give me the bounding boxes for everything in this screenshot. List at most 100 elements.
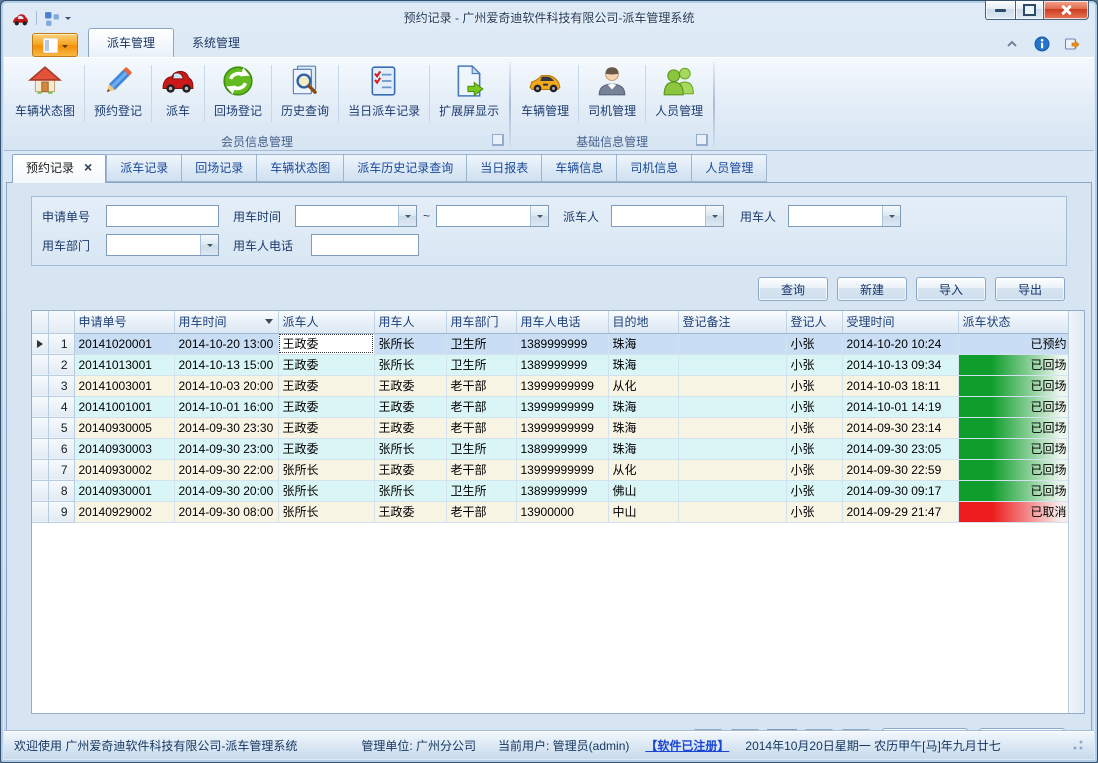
- chevron-down-icon: [62, 45, 68, 51]
- col-destination[interactable]: 目的地: [608, 311, 678, 333]
- collapse-ribbon-icon[interactable]: [1004, 36, 1020, 52]
- doc-tab-reservations[interactable]: 预约记录: [12, 154, 106, 183]
- cell-use-time: 2014-09-30 22:00: [174, 459, 278, 480]
- col-dispatcher[interactable]: 派车人: [278, 311, 374, 333]
- car-user-combo[interactable]: [788, 205, 901, 227]
- doc-tab-driver-info[interactable]: 司机信息: [617, 154, 692, 182]
- doc-tab-history-query[interactable]: 派车历史记录查询: [344, 154, 467, 182]
- dept-combo[interactable]: [106, 234, 219, 256]
- doc-tab-label: 预约记录: [26, 159, 74, 176]
- minimize-button[interactable]: [985, 1, 1015, 20]
- cell-phone: 13999999999: [516, 396, 608, 417]
- title-bar: 预约记录 - 广州爱奇迪软件科技有限公司-派车管理系统: [4, 4, 1094, 30]
- cell-phone: 1389999999: [516, 480, 608, 501]
- table-row[interactable]: 7 20140930002 2014-09-30 22:00 张所长 王政委 老…: [32, 459, 1070, 480]
- about-icon[interactable]: [1064, 36, 1080, 52]
- phone-input[interactable]: [311, 234, 419, 256]
- dialog-launcher-icon[interactable]: [696, 134, 708, 146]
- cell-remarks: [678, 438, 786, 459]
- doc-tab-return-records[interactable]: 回场记录: [182, 154, 257, 182]
- col-accept-time[interactable]: 受理时间: [842, 311, 958, 333]
- ribbon-button[interactable]: 历史查询: [272, 59, 338, 132]
- table-row[interactable]: 5 20140930005 2014-09-30 23:30 王政委 王政委 老…: [32, 417, 1070, 438]
- ribbon-button[interactable]: 司机管理: [579, 59, 645, 132]
- use-time-to-combo[interactable]: [436, 205, 549, 227]
- table-row[interactable]: 9 20140929002 2014-09-30 08:00 张所长 王政委 老…: [32, 501, 1070, 522]
- cell-dispatcher: 张所长: [278, 459, 374, 480]
- ribbon-button[interactable]: 预约登记: [85, 59, 151, 132]
- import-button[interactable]: 导入: [916, 277, 986, 301]
- ribbon-tab-system[interactable]: 系统管理: [174, 29, 258, 57]
- titlebar-separator: [36, 11, 37, 25]
- dispatcher-combo[interactable]: [611, 205, 724, 227]
- table-row[interactable]: 8 20140930001 2014-09-30 20:00 张所长 张所长 卫…: [32, 480, 1070, 501]
- col-dept[interactable]: 用车部门: [446, 311, 516, 333]
- cell-dispatch-status: 已回场: [958, 375, 1070, 396]
- table-row[interactable]: 4 20141001001 2014-10-01 16:00 王政委 王政委 老…: [32, 396, 1070, 417]
- export-button[interactable]: 导出: [995, 277, 1065, 301]
- ribbon-button[interactable]: 派车: [152, 59, 204, 132]
- application-menu-button[interactable]: [32, 33, 78, 57]
- license-link[interactable]: 【软件已注册】: [645, 737, 729, 754]
- ribbon-button-label: 预约登记: [94, 102, 142, 119]
- ribbon-button[interactable]: 人员管理: [646, 59, 712, 132]
- cell-accept-time: 2014-09-30 23:14: [842, 417, 958, 438]
- restore-button[interactable]: [1015, 1, 1043, 20]
- doc-tab-vehicle-status[interactable]: 车辆状态图: [257, 154, 344, 182]
- col-registrar[interactable]: 登记人: [786, 311, 842, 333]
- col-apply-no[interactable]: 申请单号: [74, 311, 174, 333]
- col-car-user[interactable]: 用车人: [374, 311, 446, 333]
- ribbon-button[interactable]: 车辆状态图: [6, 59, 84, 132]
- table-row[interactable]: 2 20141013001 2014-10-13 15:00 王政委 张所长 卫…: [32, 354, 1070, 375]
- cell-apply-no: 20141020001: [74, 333, 174, 354]
- row-marker-cell: [32, 501, 48, 522]
- table-row[interactable]: 1 20141020001 2014-10-20 13:00 王政委 张所长 卫…: [32, 333, 1070, 354]
- apply-no-input[interactable]: [106, 205, 219, 227]
- driver-icon: [595, 64, 629, 98]
- data-grid: 申请单号 用车时间 派车人 用车人 用车部门 用车人电话 目的地 登记备注 登记…: [31, 310, 1085, 714]
- cell-destination: 珠海: [608, 396, 678, 417]
- row-number-cell: 3: [48, 375, 74, 396]
- col-remarks[interactable]: 登记备注: [678, 311, 786, 333]
- doc-tab-vehicle-info[interactable]: 车辆信息: [542, 154, 617, 182]
- cell-apply-no: 20141001001: [74, 396, 174, 417]
- ribbon-button[interactable]: 车辆管理: [512, 59, 578, 132]
- row-number-cell: 4: [48, 396, 74, 417]
- table-row[interactable]: 3 20141003001 2014-10-03 20:00 王政委 王政委 老…: [32, 375, 1070, 396]
- ribbon-button[interactable]: 当日派车记录: [339, 59, 429, 132]
- doc-tab-daily-report[interactable]: 当日报表: [467, 154, 542, 182]
- vertical-scrollbar[interactable]: [1068, 311, 1084, 713]
- resize-grip[interactable]: [1071, 739, 1084, 752]
- cell-accept-time: 2014-10-20 10:24: [842, 333, 958, 354]
- close-tab-icon[interactable]: [84, 162, 92, 173]
- row-marker-cell: [32, 438, 48, 459]
- row-marker-cell: [32, 417, 48, 438]
- table-row[interactable]: 6 20140930003 2014-09-30 23:00 王政委 张所长 卫…: [32, 438, 1070, 459]
- doc-tab-personnel[interactable]: 人员管理: [692, 154, 767, 182]
- quick-access-button[interactable]: [44, 11, 71, 25]
- use-time-from-combo[interactable]: [295, 205, 417, 227]
- new-button[interactable]: 新建: [837, 277, 907, 301]
- house-icon: [28, 64, 62, 98]
- col-phone[interactable]: 用车人电话: [516, 311, 608, 333]
- ribbon-button-label: 历史查询: [281, 102, 329, 119]
- cell-car-user: 王政委: [374, 375, 446, 396]
- col-status[interactable]: 派车状态: [958, 311, 1070, 333]
- dialog-launcher-icon[interactable]: [492, 134, 504, 146]
- ribbon-button[interactable]: 扩展屏显示: [430, 59, 508, 132]
- ribbon-group: 车辆状态图 预约登记 派车 回场登记 历史查询 当日派车记录 扩展屏显示 会员信…: [6, 59, 508, 150]
- filter-panel: 申请单号 用车时间 ~ 派车人 用车人 用车部门 用车人电话: [31, 196, 1067, 266]
- close-button[interactable]: [1043, 1, 1089, 20]
- row-number-cell: 5: [48, 417, 74, 438]
- cell-registrar: 小张: [786, 501, 842, 522]
- doc-tab-dispatch-records[interactable]: 派车记录: [106, 154, 182, 182]
- col-use-time[interactable]: 用车时间: [174, 311, 278, 333]
- cell-phone: 13900000: [516, 501, 608, 522]
- ribbon-button[interactable]: 回场登记: [205, 59, 271, 132]
- use-time-label: 用车时间: [233, 208, 295, 225]
- info-icon[interactable]: [1034, 36, 1050, 52]
- ribbon-tab-dispatch[interactable]: 派车管理: [88, 28, 174, 57]
- cell-use-time: 2014-09-30 23:00: [174, 438, 278, 459]
- query-button[interactable]: 查询: [758, 277, 828, 301]
- cell-accept-time: 2014-09-30 22:59: [842, 459, 958, 480]
